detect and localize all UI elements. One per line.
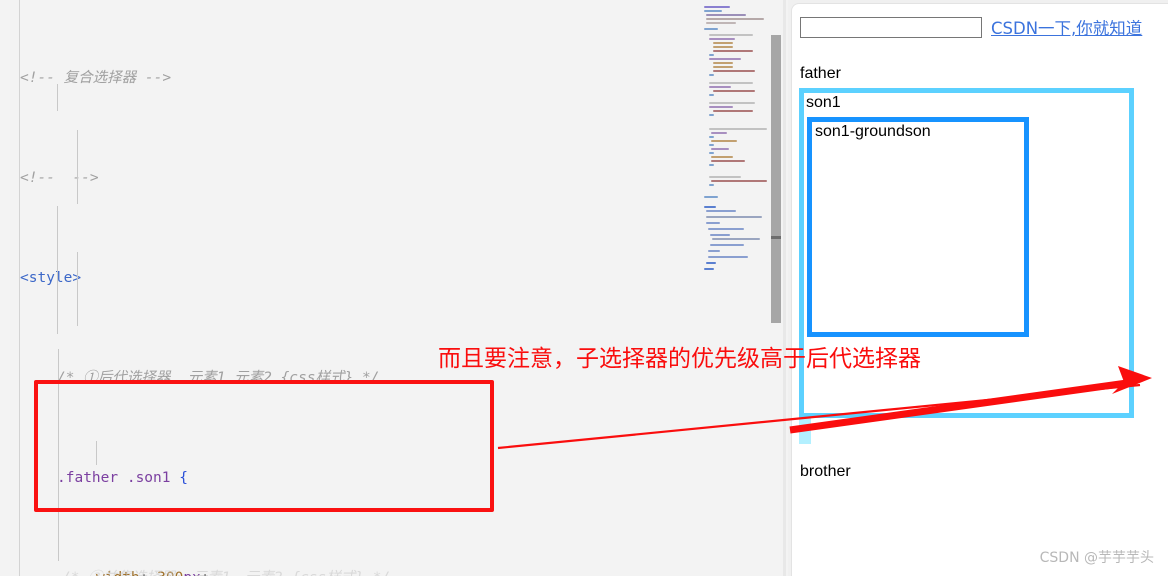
browser-preview-pane: CSDN一下,你就知道 father son1 son1-groundson b… (788, 0, 1168, 576)
minimap-line (706, 210, 736, 212)
minimap-line (709, 102, 755, 104)
minimap-line (711, 148, 729, 150)
code-minimap[interactable] (700, 0, 768, 576)
minimap-line (706, 222, 720, 224)
minimap-line (709, 38, 735, 40)
rendered-page: CSDN一下,你就知道 father son1 son1-groundson b… (791, 3, 1168, 576)
minimap-line (706, 262, 716, 264)
minimap-line (713, 110, 753, 112)
minimap-line (709, 128, 767, 130)
box-son1-groundson: son1-groundson (807, 117, 1029, 337)
minimap-line (708, 250, 720, 252)
bottom-cutoff-line: /* ③并集选择器 元素1，元素2 {css样式} */ (62, 566, 390, 576)
code-line[interactable]: <style> (0, 266, 700, 291)
indent-guide (57, 206, 58, 334)
minimap-line (709, 152, 714, 154)
minimap-line (709, 136, 714, 138)
minimap-line (709, 164, 714, 166)
minimap-line (709, 58, 741, 60)
minimap-line (709, 82, 753, 84)
minimap-line (709, 106, 733, 108)
label-son1-groundson: son1-groundson (815, 123, 931, 140)
label-father: father (800, 65, 841, 82)
minimap-line (704, 10, 722, 12)
code-token-comment: <!-- --> (20, 170, 99, 186)
indent-guide (57, 84, 58, 111)
editor-scrollbar-marker (771, 236, 781, 239)
search-input[interactable] (800, 16, 982, 38)
minimap-line (713, 62, 733, 64)
minimap-line (708, 228, 744, 230)
minimap-line (706, 216, 762, 218)
minimap-line (710, 244, 744, 246)
csdn-watermark: CSDN @芋芋芋头 (1039, 550, 1154, 566)
code-token-tag: <style> (20, 270, 82, 286)
minimap-line (710, 234, 730, 236)
minimap-line (713, 50, 753, 52)
indent-guide (77, 130, 78, 204)
minimap-line (708, 256, 748, 258)
minimap-line (713, 90, 755, 92)
minimap-line (709, 94, 714, 96)
editor-scrollbar-thumb[interactable] (771, 35, 781, 323)
minimap-line (709, 184, 714, 186)
minimap-line (711, 140, 737, 142)
minimap-line (709, 54, 714, 56)
minimap-line (704, 6, 730, 8)
minimap-line (713, 42, 733, 44)
minimap-line (704, 206, 716, 208)
code-line[interactable]: <!-- 复合选择器 --> (0, 66, 700, 91)
minimap-line (706, 22, 736, 24)
minimap-line (704, 268, 714, 270)
minimap-line (706, 14, 746, 16)
code-token-comment: <!-- 复合选择器 --> (20, 70, 172, 86)
minimap-line (709, 144, 714, 146)
screenshot-root: <!DOCTYPE html> <html> <!-- 复合选择器 --> <!… (0, 0, 1168, 576)
minimap-line (711, 180, 767, 182)
minimap-line (709, 114, 714, 116)
minimap-line (704, 28, 718, 30)
cyan-strip (799, 418, 811, 444)
minimap-line (709, 74, 714, 76)
annotation-red-box (34, 380, 494, 512)
minimap-line (713, 70, 755, 72)
minimap-line (713, 46, 733, 48)
label-brother: brother (800, 463, 851, 480)
pane-divider[interactable] (783, 0, 786, 576)
minimap-line (711, 132, 727, 134)
minimap-line (704, 196, 718, 198)
minimap-line (713, 66, 733, 68)
label-son1: son1 (806, 94, 841, 111)
minimap-line (709, 176, 741, 178)
minimap-line (711, 156, 733, 158)
search-row: CSDN一下,你就知道 (800, 15, 1142, 39)
csdn-link[interactable]: CSDN一下,你就知道 (991, 15, 1142, 39)
code-line[interactable]: <!-- --> (0, 166, 700, 191)
indent-guide (77, 252, 78, 326)
minimap-line (711, 160, 745, 162)
minimap-line (712, 238, 760, 240)
minimap-line (706, 18, 764, 20)
minimap-line (709, 34, 753, 36)
annotation-text: 而且要注意，子选择器的优先级高于后代选择器 (438, 346, 921, 372)
minimap-line (709, 86, 731, 88)
